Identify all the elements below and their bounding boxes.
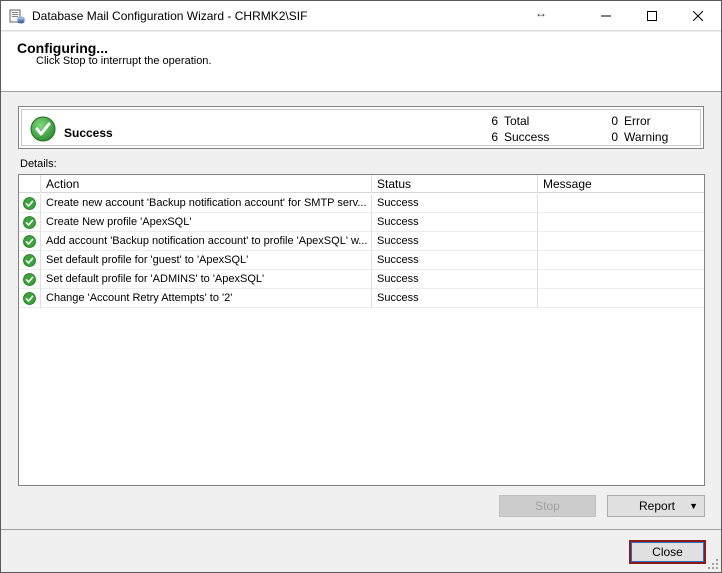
status-icon-cell [19,194,41,213]
table-row[interactable]: Set default profile for 'ADMINS' to 'Ape… [19,270,704,289]
stop-button[interactable]: Stop [499,495,596,517]
action-cell: Set default profile for 'guest' to 'Apex… [41,251,372,270]
details-grid[interactable]: Action Status Message Create new account… [18,174,705,486]
column-header-action[interactable]: Action [41,175,372,193]
status-cell: Success [372,270,538,289]
success-check-icon [30,116,56,142]
minimize-button[interactable] [583,1,629,31]
message-cell [538,289,704,308]
table-row[interactable]: Change 'Account Retry Attempts' to '2' Su… [19,289,704,308]
status-cell: Success [372,251,538,270]
icon-column-header[interactable] [19,175,41,193]
total-label: Total [504,114,530,128]
action-cell: Set default profile for 'ADMINS' to 'Ape… [41,270,372,289]
success-check-icon [23,292,36,305]
success-check-icon [23,197,36,210]
status-icon-cell [19,289,41,308]
resize-arrows-icon: ↔ [535,6,547,20]
warning-count: 0 [611,130,618,144]
footer-separator [1,529,721,530]
table-row[interactable]: Set default profile for 'guest' to 'Apex… [19,251,704,270]
details-label: Details: [20,158,57,170]
status-icon-cell [19,270,41,289]
action-cell: Change 'Account Retry Attempts' to '2' [41,289,372,308]
minimize-icon [601,15,611,17]
table-row[interactable]: Create New profile 'ApexSQL' Success [19,213,704,232]
wizard-window: Database Mail Configuration Wizard - CHR… [0,0,722,573]
header-panel: Configuring... Click Stop to interrupt t… [1,32,721,92]
report-label: Report [639,499,676,513]
status-cell: Success [372,213,538,232]
error-count: 0 [611,114,618,128]
maximize-icon [647,11,657,21]
total-count: 6 [491,114,498,128]
success-label: Success [504,130,550,144]
summary-result: Success [64,126,113,140]
close-icon [693,11,703,21]
status-cell: Success [372,194,538,213]
column-header-status[interactable]: Status [372,175,538,193]
action-cell: Create New profile 'ApexSQL' [41,213,372,232]
status-cell: Success [372,289,538,308]
success-check-icon [23,216,36,229]
window-title: Database Mail Configuration Wizard - CHR… [32,9,308,23]
page-subtitle: Click Stop to interrupt the operation. [36,55,212,67]
action-cell: Add account 'Backup notification account… [41,232,372,251]
dropdown-arrow-icon: ▼ [689,501,698,511]
error-label: Error [624,114,651,128]
success-check-icon [23,235,36,248]
grid-header: Action Status Message [19,175,704,193]
message-cell [538,270,704,289]
page-title: Configuring... [17,40,108,56]
report-button[interactable]: Report ▼ [607,495,705,517]
status-icon-cell [19,213,41,232]
message-cell [538,251,704,270]
summary-panel: Success 6 Total 6 Success 0 Error 0 Warn… [18,106,704,149]
action-cell: Create new account 'Backup notification … [41,194,372,213]
title-bar[interactable]: Database Mail Configuration Wizard - CHR… [1,1,721,31]
status-cell: Success [372,232,538,251]
column-header-message[interactable]: Message [538,175,704,193]
summary-inner: Success 6 Total 6 Success 0 Error 0 Warn… [21,109,701,146]
resize-grip-icon[interactable] [707,558,719,570]
status-icon-cell [19,232,41,251]
database-mail-icon [9,9,25,24]
success-check-icon [23,273,36,286]
status-icon-cell [19,251,41,270]
message-cell [538,194,704,213]
close-button[interactable]: Close [629,540,706,564]
table-row[interactable]: Create new account 'Backup notification … [19,194,704,213]
window-close-button[interactable] [675,1,721,31]
success-count: 6 [491,130,498,144]
message-cell [538,213,704,232]
table-row[interactable]: Add account 'Backup notification account… [19,232,704,251]
warning-label: Warning [624,130,669,144]
message-cell [538,232,704,251]
maximize-button[interactable] [629,1,675,31]
success-check-icon [23,254,36,267]
